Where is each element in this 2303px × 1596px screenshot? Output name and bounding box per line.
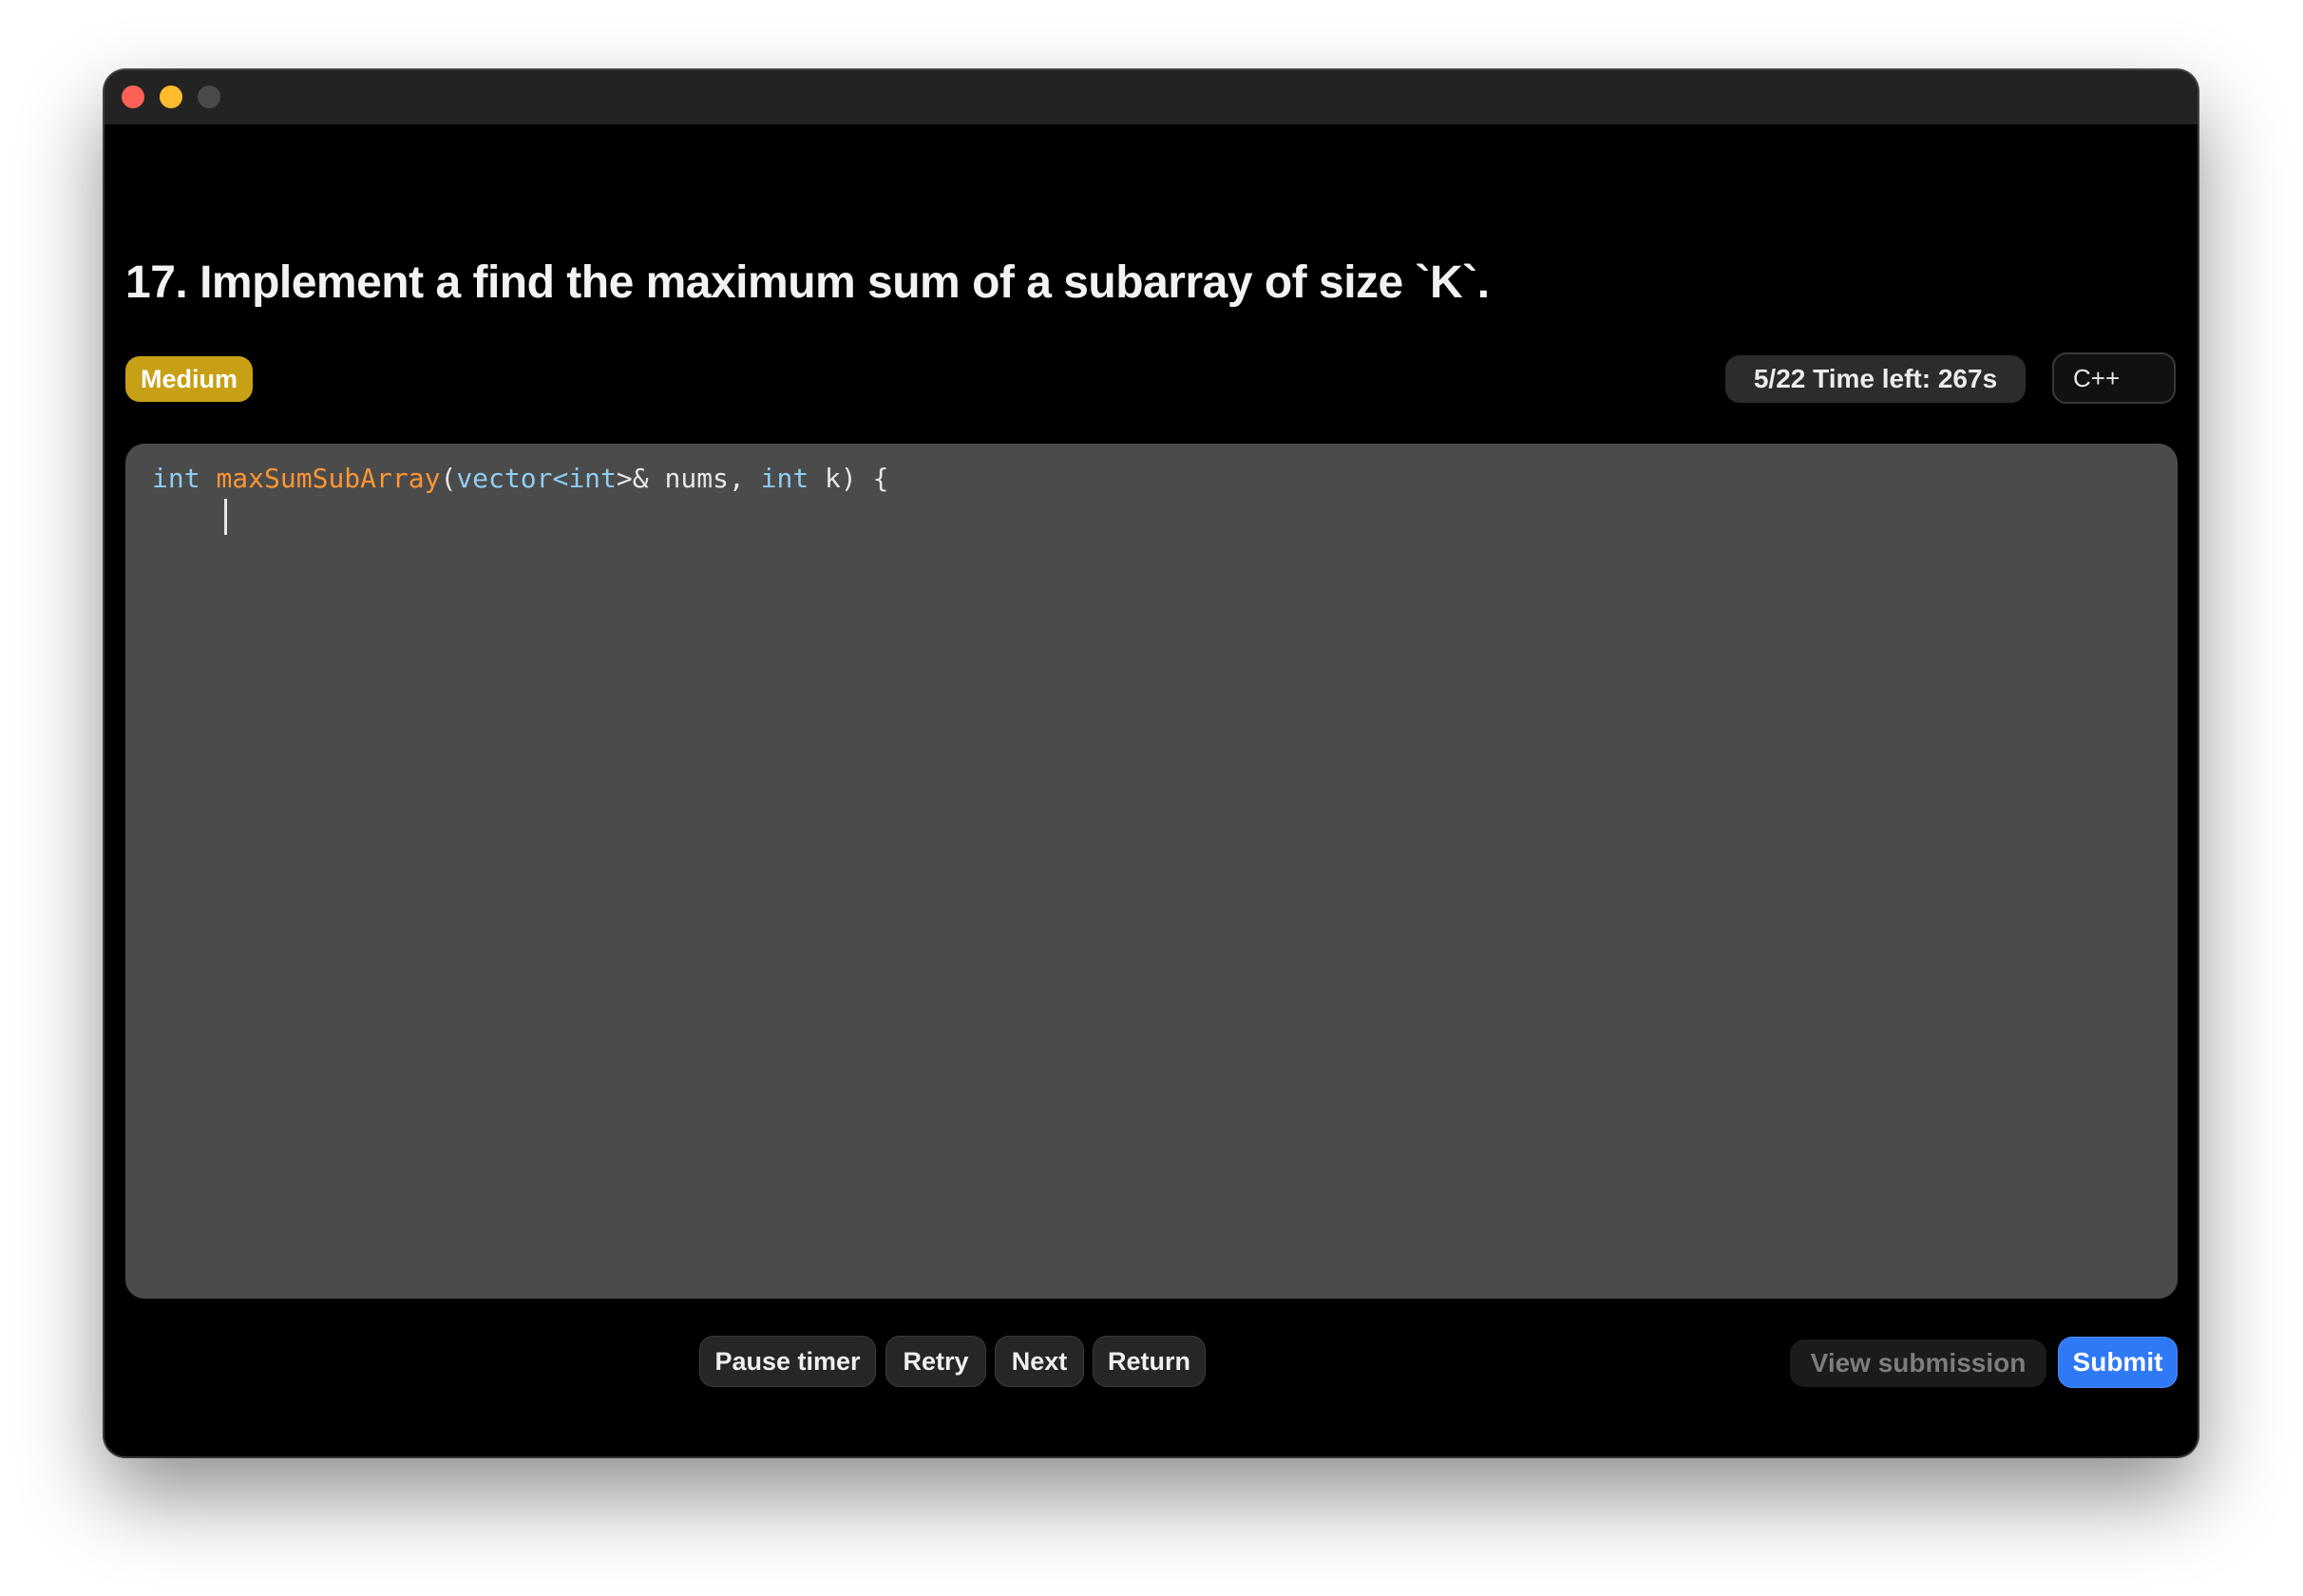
code-punctuation: ( <box>440 463 457 494</box>
code-type: vector <box>456 463 553 494</box>
title-bar <box>105 70 2198 124</box>
code-text: k) { <box>809 463 889 494</box>
code-keyword: int <box>760 463 809 494</box>
next-button[interactable]: Next <box>995 1336 1084 1387</box>
code-function-name: maxSumSubArray <box>216 463 441 494</box>
language-select-value: C++ <box>2073 364 2121 392</box>
language-select[interactable]: C++ <box>2052 352 2176 404</box>
problem-title: 17. Implement a find the maximum sum of … <box>125 257 1490 308</box>
text-caret <box>224 499 227 535</box>
view-submission-button[interactable]: View submission <box>1790 1340 2046 1387</box>
zoom-window-button[interactable] <box>198 86 220 108</box>
pause-timer-button[interactable]: Pause timer <box>699 1336 876 1387</box>
code-punctuation: < <box>552 463 569 494</box>
app-window: 17. Implement a find the maximum sum of … <box>105 70 2198 1456</box>
code-keyword: int <box>568 463 617 494</box>
code-editor[interactable]: int maxSumSubArray(vector<int>& nums, in… <box>125 444 2178 1299</box>
code-line-1: int maxSumSubArray(vector<int>& nums, in… <box>152 463 889 494</box>
return-button[interactable]: Return <box>1093 1336 1206 1387</box>
code-keyword: int <box>152 463 200 494</box>
progress-timer-badge: 5/22 Time left: 267s <box>1725 355 2026 403</box>
difficulty-badge: Medium <box>125 356 254 402</box>
minimize-window-button[interactable] <box>160 86 182 108</box>
code-text: >& nums, <box>616 463 761 494</box>
retry-button[interactable]: Retry <box>885 1336 986 1387</box>
submit-button[interactable]: Submit <box>2058 1337 2178 1388</box>
close-window-button[interactable] <box>122 86 144 108</box>
